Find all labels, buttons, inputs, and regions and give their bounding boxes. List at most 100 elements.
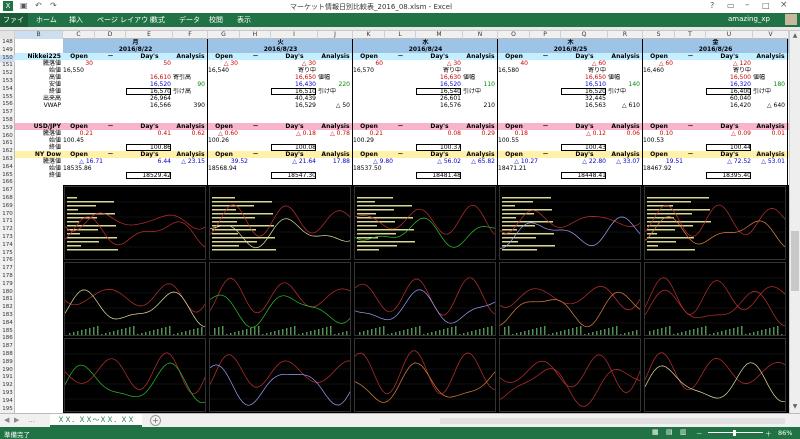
row-header-168[interactable]: 168 (0, 195, 15, 202)
nk-close[interactable]: 16,400 (706, 88, 751, 95)
dw-change[interactable]: 39.52 (208, 158, 248, 165)
col-header-H[interactable]: H (240, 31, 271, 39)
dw-open[interactable]: 18568.94 (208, 165, 253, 172)
row-header-178[interactable]: 178 (0, 273, 15, 280)
nk-header-analysis[interactable]: Analysis (318, 53, 353, 60)
fx-day-change[interactable]: 0.08 (416, 130, 461, 137)
fx-close[interactable]: 100.37 (416, 144, 461, 151)
dw-open[interactable]: 18467.92 (643, 165, 688, 172)
nk-header-dash[interactable]: － (385, 53, 416, 60)
col-header-F[interactable]: F (173, 31, 208, 39)
dw-header-analysis[interactable]: Analysis (753, 151, 788, 158)
row-header-158[interactable]: 158 (0, 117, 15, 124)
dw-close[interactable]: 18395.40 (706, 172, 751, 179)
row-header-157[interactable]: 157 (0, 109, 15, 116)
nk-volume[interactable]: 40,439 (271, 95, 316, 102)
fx-open[interactable]: 100.26 (208, 137, 248, 144)
row-header-183[interactable]: 183 (0, 312, 15, 319)
chart-panel-2-0[interactable] (64, 338, 206, 412)
nk-volume[interactable]: 26,964 (126, 95, 171, 102)
nk-range[interactable]: 220 (318, 81, 350, 88)
nk-change[interactable]: 30 (63, 60, 93, 67)
zoom-out-icon[interactable]: － (696, 428, 703, 438)
row-header-186[interactable]: 186 (0, 335, 15, 342)
row-header-161[interactable]: 161 (0, 140, 15, 147)
nk-high[interactable]: 16,650 (561, 74, 606, 81)
fx-analysis[interactable]: 0.01 (753, 130, 785, 137)
row-header-174[interactable]: 174 (0, 242, 15, 249)
day-weekday[interactable]: 金 (643, 39, 788, 46)
nk-header-open[interactable]: Open (498, 53, 530, 60)
row-header-160[interactable]: 160 (0, 133, 15, 140)
vertical-scrollbar[interactable]: ▲ ▼ (789, 31, 800, 413)
dw-header-analysis[interactable]: Analysis (173, 151, 208, 158)
dw-close[interactable]: 18481.48 (416, 172, 461, 179)
row-header-175[interactable]: 175 (0, 250, 15, 257)
fx-header-days[interactable]: Day's (561, 123, 608, 130)
chart-panel-0-3[interactable] (499, 186, 641, 260)
col-header-V[interactable]: V (753, 31, 789, 39)
nk-day-change[interactable]: △ 120 (706, 60, 751, 67)
fx-change[interactable]: 0.21 (353, 130, 383, 137)
nk-low[interactable]: 16,320 (706, 81, 751, 88)
avatar[interactable] (785, 14, 797, 25)
col-header-D[interactable]: D (95, 31, 126, 39)
fx-header-analysis[interactable]: Analysis (753, 123, 788, 130)
tab-formulas[interactable]: 数式 (151, 15, 165, 25)
dw-change[interactable]: △ 10.27 (498, 158, 538, 165)
fx-day-change[interactable]: △ 0.18 (271, 130, 316, 137)
nk-range[interactable]: 110 (463, 81, 495, 88)
nk-vwap[interactable]: 16,566 (126, 102, 171, 109)
nk-tag4[interactable]: 引け中 (608, 88, 640, 95)
sheet-tab-active[interactable]: ＸＸ．ＸＸ～ＸＸ．ＸＸ (50, 414, 142, 427)
fx-header-days[interactable]: Day's (271, 123, 318, 130)
dw-header-days[interactable]: Day's (126, 151, 173, 158)
dw-open[interactable]: 18471.21 (498, 165, 543, 172)
tab-view[interactable]: 表示 (237, 15, 251, 25)
row-header-187[interactable]: 187 (0, 343, 15, 350)
nk-tag2[interactable]: 値幅 (463, 74, 495, 81)
nk-volume[interactable]: 60,040 (706, 95, 751, 102)
col-header-P[interactable]: P (530, 31, 561, 39)
row-header-180[interactable]: 180 (0, 289, 15, 296)
fx-day-change[interactable]: 0.41 (126, 130, 171, 137)
nk-open[interactable]: 16,550 (63, 67, 103, 74)
row-header-169[interactable]: 169 (0, 203, 15, 210)
row-header-156[interactable]: 156 (0, 101, 15, 108)
nk-vwap-diff[interactable]: 390 (173, 102, 205, 109)
sheet-prev-icon[interactable]: ◀ (4, 416, 9, 424)
row-header-194[interactable]: 194 (0, 398, 15, 405)
nk-day-change[interactable]: 50 (126, 60, 171, 67)
nk-header-open[interactable]: Open (208, 53, 240, 60)
fx-close[interactable]: 100.86 (126, 144, 171, 151)
dw-day-change[interactable]: △ 56.02 (416, 158, 461, 165)
tab-review[interactable]: 校閲 (209, 15, 223, 25)
chart-panel-2-2[interactable] (354, 338, 496, 412)
scroll-thumb[interactable] (791, 231, 799, 291)
fx-header-analysis[interactable]: Analysis (608, 123, 643, 130)
chart-panel-1-3[interactable] (499, 262, 641, 336)
select-all-corner[interactable] (0, 31, 15, 39)
fx-header-dash[interactable]: － (95, 123, 126, 130)
nk-vwap[interactable]: 16,563 (561, 102, 606, 109)
dw-day-change[interactable]: 6.44 (126, 158, 171, 165)
nk-tag2[interactable]: 値幅 (608, 74, 640, 81)
dw-analysis[interactable]: △ 53.01 (753, 158, 785, 165)
nk-close[interactable]: 16,570 (126, 88, 171, 95)
dw-day-change[interactable]: △ 72.52 (706, 158, 751, 165)
nk-tag4[interactable]: 引け高 (173, 88, 205, 95)
dw-header-dash[interactable]: － (675, 151, 706, 158)
nk-header-open[interactable]: Open (63, 53, 95, 60)
fx-open[interactable]: 100.29 (353, 137, 393, 144)
col-header-T[interactable]: T (675, 31, 706, 39)
fx-analysis[interactable]: 0.62 (173, 130, 205, 137)
col-header-S[interactable]: S (643, 31, 675, 39)
normal-view-icon[interactable]: ▦ (652, 428, 659, 436)
fx-open[interactable]: 100.53 (643, 137, 683, 144)
col-header-C[interactable]: C (63, 31, 95, 39)
dw-header-analysis[interactable]: Analysis (318, 151, 353, 158)
row-header-176[interactable]: 176 (0, 257, 15, 264)
zoom-level[interactable]: 86% (778, 429, 792, 437)
nk-tag1[interactable]: 寄り中 (271, 67, 316, 74)
row-header-189[interactable]: 189 (0, 359, 15, 366)
